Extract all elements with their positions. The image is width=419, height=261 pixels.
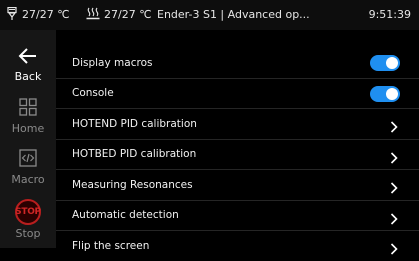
advanced-options-list: Display macros Console HOTEND PID calibr… xyxy=(56,48,419,261)
setting-label: Console xyxy=(72,87,114,100)
setting-row-display-macros[interactable]: Display macros xyxy=(56,48,419,79)
toggle-knob xyxy=(386,57,398,69)
bed-temp-group: 27/27 ℃ xyxy=(86,7,152,21)
chevron-right-icon xyxy=(390,240,398,259)
setting-row-hotbed-pid[interactable]: HOTBED PID calibration xyxy=(56,140,419,170)
grid-icon xyxy=(19,98,37,120)
sidebar: Back Home Macro STOP Stop xyxy=(0,30,56,248)
sidebar-item-macro[interactable]: Macro xyxy=(0,149,56,186)
status-bar: 27/27 ℃ 27/27 ℃ Ender-3 S1 | Advanced op… xyxy=(0,0,419,30)
setting-label: Measuring Resonances xyxy=(72,178,193,191)
arrow-left-icon xyxy=(18,48,38,68)
setting-row-flip-screen[interactable]: Flip the screen xyxy=(56,231,419,261)
sidebar-item-stop[interactable]: STOP Stop xyxy=(0,199,56,240)
display-macros-toggle[interactable] xyxy=(370,55,400,71)
setting-row-measuring-resonances[interactable]: Measuring Resonances xyxy=(56,170,419,201)
setting-label: Display macros xyxy=(72,56,153,69)
chevron-right-icon xyxy=(390,118,398,137)
chevron-right-icon xyxy=(390,210,398,229)
console-toggle[interactable] xyxy=(370,85,400,102)
sidebar-label-back: Back xyxy=(14,70,42,83)
sidebar-label-stop: Stop xyxy=(15,227,41,240)
setting-label: Flip the screen xyxy=(72,239,150,252)
toggle-knob xyxy=(386,87,398,100)
code-icon xyxy=(19,149,37,171)
hotend-icon xyxy=(6,7,18,21)
chevron-right-icon xyxy=(390,179,398,198)
setting-label: HOTBED PID calibration xyxy=(72,148,197,161)
hotend-temp-group: 27/27 ℃ xyxy=(6,7,70,21)
sidebar-item-home[interactable]: Home xyxy=(0,98,56,135)
setting-row-hotend-pid[interactable]: HOTEND PID calibration xyxy=(56,109,419,140)
bed-temp: 27/27 ℃ xyxy=(104,7,152,21)
heated-bed-icon xyxy=(86,7,100,21)
sidebar-label-home: Home xyxy=(11,122,45,135)
stop-icon: STOP xyxy=(15,199,41,225)
sidebar-label-macro: Macro xyxy=(11,173,45,186)
setting-row-console[interactable]: Console xyxy=(56,79,419,109)
chevron-right-icon xyxy=(390,149,398,168)
setting-label: Automatic detection xyxy=(72,209,179,222)
sidebar-item-back[interactable]: Back xyxy=(0,48,56,83)
clock: 9:51:39 xyxy=(368,8,411,21)
setting-label: HOTEND PID calibration xyxy=(72,117,197,130)
hotend-temp: 27/27 ℃ xyxy=(22,7,70,21)
page-title: Ender-3 S1 | Advanced op... xyxy=(157,8,310,21)
setting-row-automatic-detection[interactable]: Automatic detection xyxy=(56,201,419,231)
